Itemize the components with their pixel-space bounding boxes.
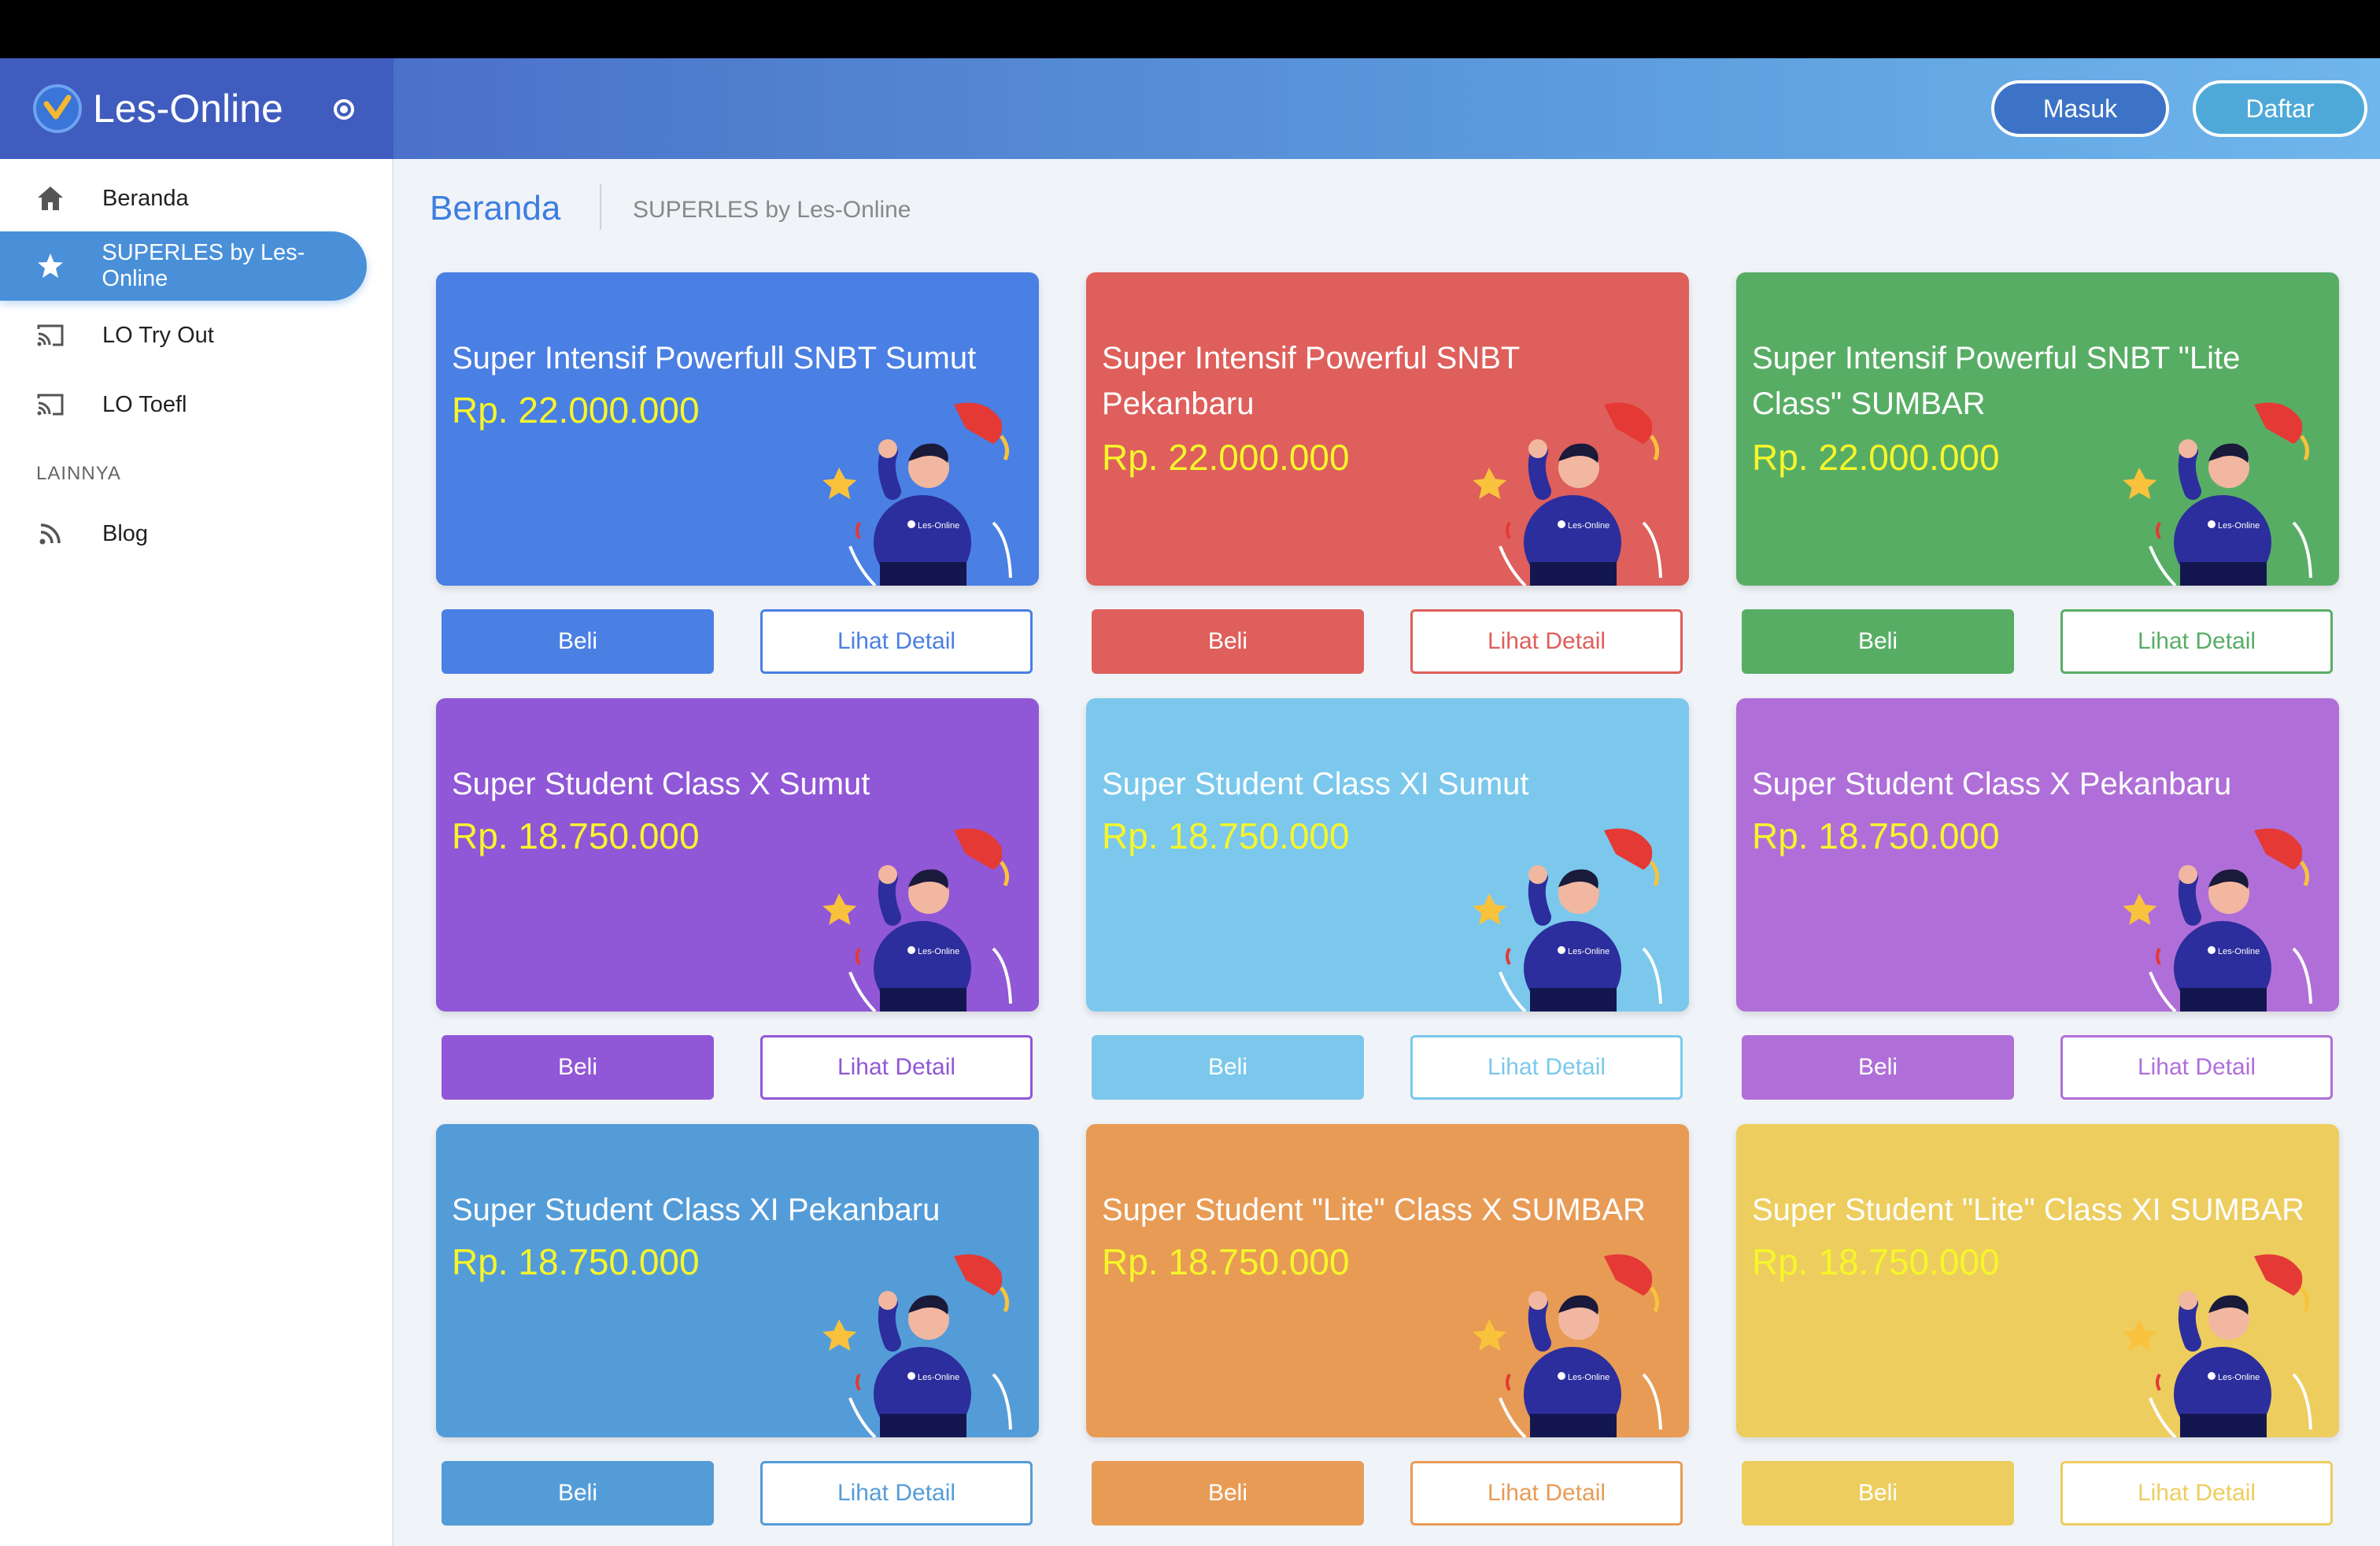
student-illustration-icon: Les-Online xyxy=(2105,807,2325,1012)
product-card[interactable]: Super Student Class XI Pekanbaru Rp. 18.… xyxy=(436,1124,1039,1437)
view-detail-button[interactable]: Lihat Detail xyxy=(1410,1035,1683,1100)
buy-button[interactable]: Beli xyxy=(1742,609,2014,674)
page-title[interactable]: Beranda xyxy=(430,189,560,228)
register-button[interactable]: Daftar xyxy=(2193,80,2367,137)
svg-text:Les-Online: Les-Online xyxy=(1568,521,1609,531)
view-detail-button[interactable]: Lihat Detail xyxy=(2060,1035,2333,1100)
sidebar-section-label: LAINNYA xyxy=(36,463,121,484)
student-illustration-icon: Les-Online xyxy=(2105,381,2325,586)
product-price: Rp. 18.750.000 xyxy=(452,816,700,856)
student-illustration-icon: Les-Online xyxy=(1454,1233,1675,1437)
view-detail-button[interactable]: Lihat Detail xyxy=(1410,1461,1683,1526)
buy-button[interactable]: Beli xyxy=(1092,609,1364,674)
buy-button[interactable]: Beli xyxy=(1092,1461,1364,1526)
product-price: Rp. 22.000.000 xyxy=(452,390,700,431)
product-price: Rp. 22.000.000 xyxy=(1102,437,1350,478)
sidebar: Beranda SUPERLES by Les-Online LO Try Ou… xyxy=(0,159,394,1546)
svg-text:Les-Online: Les-Online xyxy=(918,947,959,956)
view-detail-button[interactable]: Lihat Detail xyxy=(2060,609,2333,674)
student-illustration-icon: Les-Online xyxy=(804,1233,1025,1437)
buy-button[interactable]: Beli xyxy=(1092,1035,1364,1100)
cast-icon xyxy=(35,389,66,420)
product-card[interactable]: Super Intensif Powerfull SNBT Sumut Rp. … xyxy=(436,272,1039,586)
sidebar-item-label: Blog xyxy=(102,520,149,546)
product-card[interactable]: Super Student Class X Sumut Rp. 18.750.0… xyxy=(436,698,1039,1012)
sidebar-item-lo-toefl[interactable]: LO Toefl xyxy=(0,370,367,439)
product-card[interactable]: Super Intensif Powerful SNBT Pekanbaru R… xyxy=(1086,272,1689,586)
product-price: Rp. 18.750.000 xyxy=(1102,816,1350,856)
view-detail-button[interactable]: Lihat Detail xyxy=(760,1035,1033,1100)
sidebar-item-label: LO Toefl xyxy=(102,391,187,417)
product-title: Super Student "Lite" Class XI SUMBAR xyxy=(1752,1193,2305,1227)
product-title: Super Student "Lite" Class X SUMBAR xyxy=(1102,1193,1646,1227)
product-price: Rp. 18.750.000 xyxy=(1102,1241,1350,1282)
product-card[interactable]: Super Student Class XI Sumut Rp. 18.750.… xyxy=(1086,698,1689,1012)
svg-text:Les-Online: Les-Online xyxy=(918,1373,959,1382)
buy-button[interactable]: Beli xyxy=(1742,1035,2014,1100)
star-icon xyxy=(35,250,65,282)
view-detail-button[interactable]: Lihat Detail xyxy=(1410,609,1683,674)
student-illustration-icon: Les-Online xyxy=(804,381,1025,586)
svg-text:Les-Online: Les-Online xyxy=(2218,1373,2260,1382)
login-button[interactable]: Masuk xyxy=(1991,80,2169,137)
svg-text:Les-Online: Les-Online xyxy=(918,521,959,531)
product-price: Rp. 22.000.000 xyxy=(1752,437,2000,478)
les-online-logo-icon xyxy=(33,84,82,133)
buy-button[interactable]: Beli xyxy=(1742,1461,2014,1526)
buy-button[interactable]: Beli xyxy=(442,1461,714,1526)
product-card[interactable]: Super Student "Lite" Class XI SUMBAR Rp.… xyxy=(1736,1124,2339,1437)
product-title: Super Student Class XI Pekanbaru xyxy=(452,1193,941,1227)
student-illustration-icon: Les-Online xyxy=(1454,381,1675,586)
cast-icon xyxy=(35,320,66,351)
breadcrumb: SUPERLES by Les-Online xyxy=(633,197,911,223)
brand-name: Les-Online xyxy=(93,87,283,131)
sidebar-item-superles[interactable]: SUPERLES by Les-Online xyxy=(0,231,367,301)
svg-text:Les-Online: Les-Online xyxy=(2218,521,2260,531)
product-card[interactable]: Super Intensif Powerful SNBT "Lite Class… xyxy=(1736,272,2339,586)
product-title: Super Student Class X Sumut xyxy=(452,767,870,801)
student-illustration-icon: Les-Online xyxy=(1454,807,1675,1012)
svg-text:Les-Online: Les-Online xyxy=(1568,947,1609,956)
app-header: Les-Online Masuk Daftar xyxy=(0,58,2380,159)
rss-icon xyxy=(35,518,66,549)
product-title: Super Student Class X Pekanbaru xyxy=(1752,767,2232,801)
view-detail-button[interactable]: Lihat Detail xyxy=(760,609,1033,674)
sidebar-item-lo-try-out[interactable]: LO Try Out xyxy=(0,301,367,370)
home-icon xyxy=(35,183,66,214)
student-illustration-icon: Les-Online xyxy=(804,807,1025,1012)
sidebar-item-beranda[interactable]: Beranda xyxy=(0,164,367,233)
product-price: Rp. 18.750.000 xyxy=(1752,1241,2000,1282)
breadcrumb-divider xyxy=(600,184,601,230)
product-card[interactable]: Super Student "Lite" Class X SUMBAR Rp. … xyxy=(1086,1124,1689,1437)
buy-button[interactable]: Beli xyxy=(442,1035,714,1100)
svg-text:Les-Online: Les-Online xyxy=(1568,1373,1609,1382)
sidebar-item-label: LO Try Out xyxy=(102,322,214,348)
product-title: Super Student Class XI Sumut xyxy=(1102,767,1529,801)
product-card[interactable]: Super Student Class X Pekanbaru Rp. 18.7… xyxy=(1736,698,2339,1012)
product-price: Rp. 18.750.000 xyxy=(1752,816,2000,856)
student-illustration-icon: Les-Online xyxy=(2105,1233,2325,1437)
brand[interactable]: Les-Online xyxy=(0,58,394,159)
product-title: Super Intensif Powerfull SNBT Sumut xyxy=(452,341,977,375)
product-price: Rp. 18.750.000 xyxy=(452,1241,700,1282)
sidebar-item-label: SUPERLES by Les-Online xyxy=(102,240,305,291)
sidebar-item-blog[interactable]: Blog xyxy=(0,499,367,568)
top-black-bar xyxy=(0,0,2380,58)
view-detail-button[interactable]: Lihat Detail xyxy=(2060,1461,2333,1526)
sidebar-item-label: Beranda xyxy=(102,185,189,211)
svg-text:Les-Online: Les-Online xyxy=(2218,947,2260,956)
view-detail-button[interactable]: Lihat Detail xyxy=(760,1461,1033,1526)
buy-button[interactable]: Beli xyxy=(442,609,714,674)
sidebar-toggle-icon[interactable] xyxy=(334,99,354,120)
